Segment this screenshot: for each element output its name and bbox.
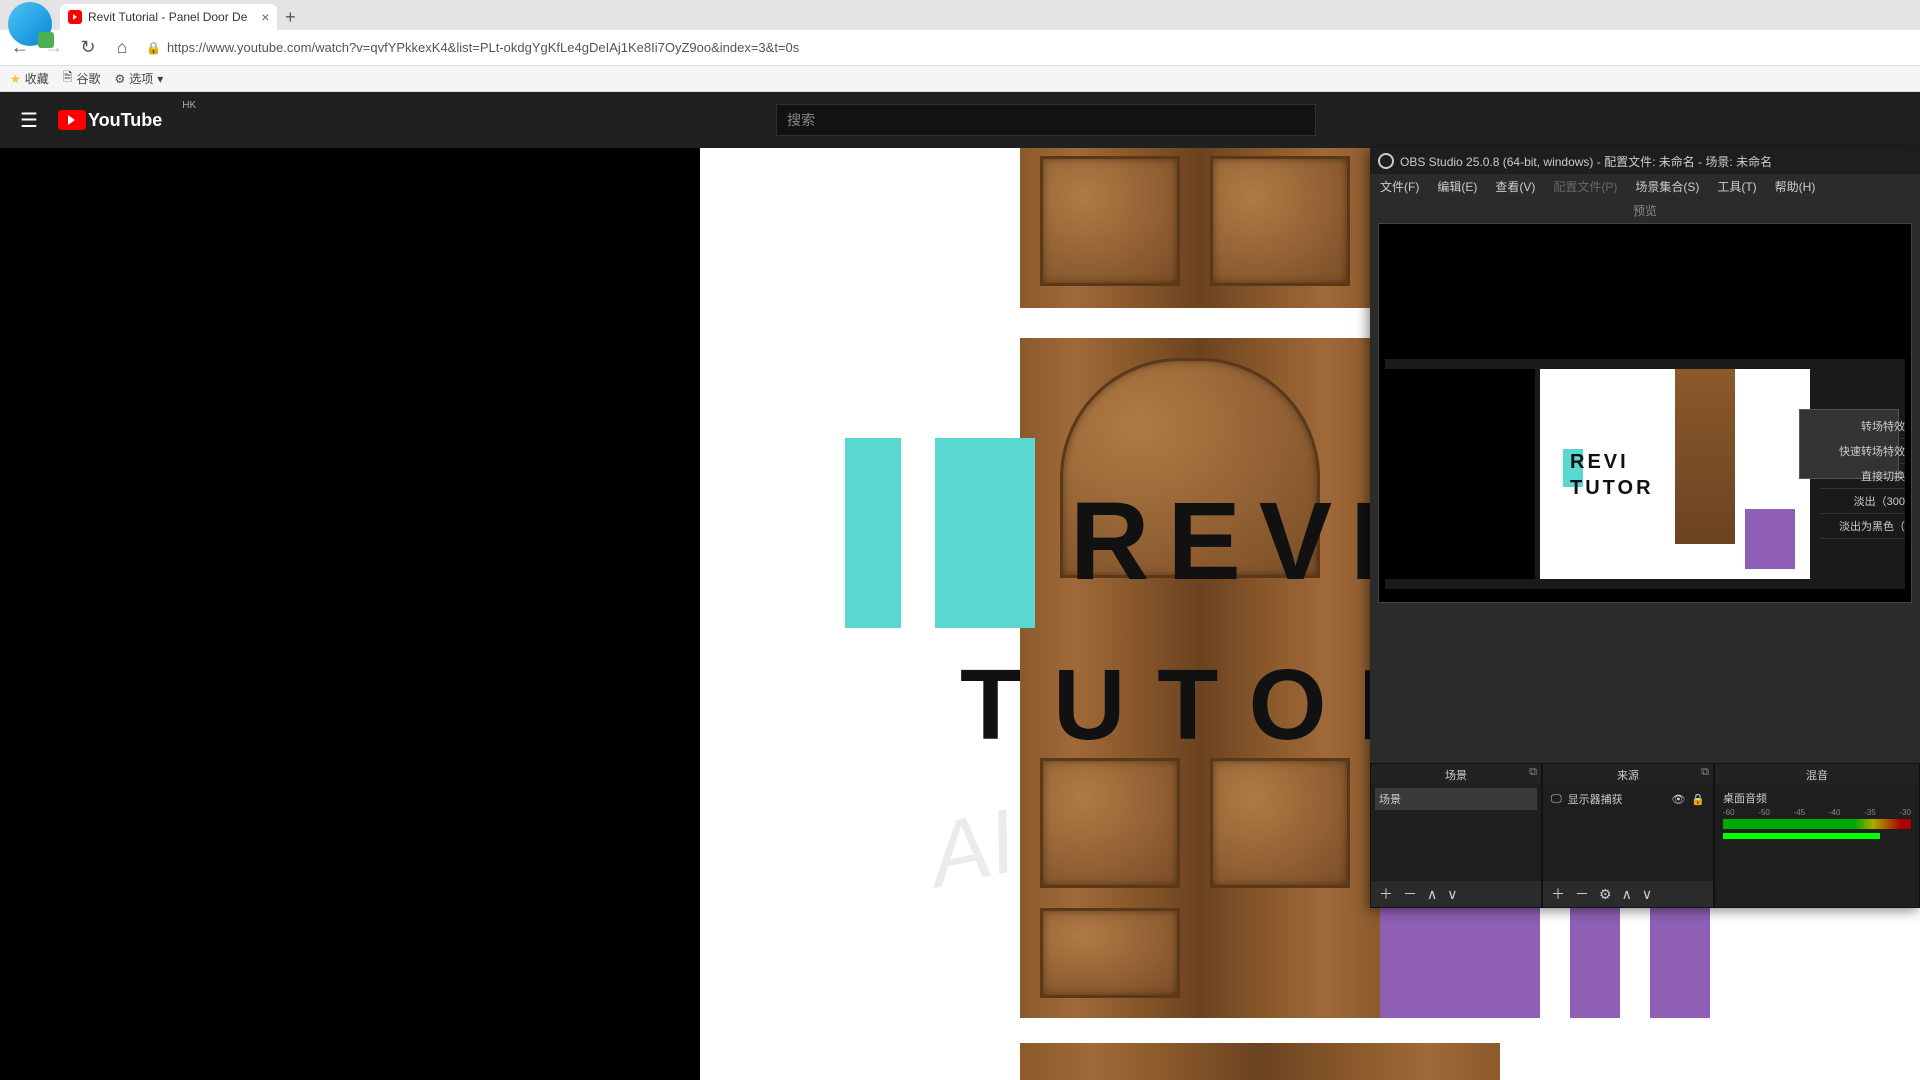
obs-mini-purple [1745, 509, 1795, 569]
dock-popout-icon[interactable]: ⧉ [1529, 766, 1537, 779]
obs-transition-item[interactable]: 直接切换 [1821, 464, 1905, 489]
door-panel [1210, 156, 1350, 286]
add-icon[interactable]: ＋ [1551, 884, 1565, 904]
dock-popout-icon[interactable]: ⧉ [1701, 766, 1709, 779]
obs-menu-tools[interactable]: 工具(T) [1717, 178, 1756, 195]
obs-transitions-panel: 转场特效 快速转场特效 直接切换 淡出（300 淡出为黑色（ [1821, 414, 1911, 539]
up-icon[interactable]: ∧ [1622, 886, 1632, 903]
browser-nav-bar: ← → ↻ ⌂ 🔒 https://www.youtube.com/watch?… [0, 30, 1920, 66]
tab-close-icon[interactable]: × [261, 9, 269, 25]
obs-transition-item[interactable]: 淡出（300 [1821, 489, 1905, 514]
cyan-accent [935, 438, 1035, 628]
obs-mixer-body: 桌面音频 -60-50-45-40-35-30 [1715, 784, 1919, 907]
youtube-play-icon [58, 110, 86, 130]
obs-mini-text: REVITUTOR [1570, 449, 1654, 501]
obs-mixer-meter [1723, 819, 1911, 829]
obs-mini-black [1385, 369, 1535, 579]
star-icon: ★ [10, 72, 21, 86]
cyan-accent [845, 438, 901, 628]
obs-transition-item[interactable]: 快速转场特效 [1821, 439, 1905, 464]
add-icon[interactable]: ＋ [1379, 884, 1393, 904]
obs-menu-scenecol[interactable]: 场景集合(S) [1635, 178, 1699, 195]
obs-scenes-dock: 场景⧉ 场景 ＋ － ∧ ∨ [1370, 763, 1542, 908]
obs-sources-list[interactable]: 🖵 显示器捕获 👁 🔒 [1543, 784, 1713, 881]
door-panel [1040, 908, 1180, 998]
bookmark-bar: ★收藏 🗎 谷歌 ⚙ 选项 ▾ [0, 66, 1920, 92]
up-icon[interactable]: ∧ [1427, 886, 1437, 903]
obs-menu-help[interactable]: 帮助(H) [1775, 178, 1816, 195]
browser-tab[interactable]: Revit Tutorial - Panel Door De × [60, 4, 277, 30]
bookmark-options[interactable]: ⚙ 选项 ▾ [114, 70, 163, 87]
lock-icon[interactable]: 🔒 [1691, 793, 1705, 806]
youtube-region: HK [182, 100, 196, 111]
obs-menubar: 文件(F) 编辑(E) 查看(V) 配置文件(P) 场景集合(S) 工具(T) … [1370, 174, 1920, 198]
youtube-logo[interactable]: YouTube [58, 110, 162, 131]
obs-titlebar[interactable]: OBS Studio 25.0.8 (64-bit, windows) - 配置… [1370, 148, 1920, 174]
obs-mini-door [1675, 369, 1735, 544]
obs-menu-profile[interactable]: 配置文件(P) [1553, 178, 1617, 195]
obs-docks: 场景⧉ 场景 ＋ － ∧ ∨ 来源⧉ 🖵 [1370, 763, 1920, 908]
reload-icon[interactable]: ↻ [78, 37, 98, 58]
door-graphic [1020, 148, 1380, 308]
door-panel [1040, 156, 1180, 286]
obs-mixer-channel: 桌面音频 [1719, 788, 1915, 808]
browser-logo-icon [8, 2, 52, 46]
obs-menu-file[interactable]: 文件(F) [1380, 178, 1419, 195]
url-text: https://www.youtube.com/watch?v=qvfYPkke… [167, 40, 799, 55]
obs-window[interactable]: OBS Studio 25.0.8 (64-bit, windows) - 配置… [1370, 148, 1920, 908]
visibility-icon[interactable]: 👁 [1671, 793, 1685, 806]
bookmark-favorites[interactable]: ★收藏 [10, 70, 49, 87]
down-icon[interactable]: ∨ [1642, 886, 1652, 903]
obs-mixer-dock: 混音 桌面音频 -60-50-45-40-35-30 [1714, 763, 1920, 908]
monitor-icon: 🖵 [1551, 793, 1562, 806]
bookmark-google[interactable]: 🗎 谷歌 [63, 68, 101, 89]
obs-transition-item[interactable]: 转场特效 [1821, 414, 1905, 439]
tab-title: Revit Tutorial - Panel Door De [88, 10, 247, 24]
gear-icon[interactable]: ⚙ [1599, 886, 1612, 903]
obs-scenes-controls: ＋ － ∧ ∨ [1371, 881, 1541, 907]
obs-transition-item[interactable]: 淡出为黑色（ [1821, 514, 1905, 539]
obs-source-item[interactable]: 🖵 显示器捕获 👁 🔒 [1547, 788, 1709, 810]
door-graphic [1020, 1043, 1500, 1080]
obs-sources-title: 来源⧉ [1543, 764, 1713, 784]
obs-mixer-level [1723, 833, 1880, 839]
lock-icon: 🔒 [146, 41, 161, 55]
remove-icon[interactable]: － [1403, 884, 1417, 904]
video-letterbox [0, 148, 700, 1080]
obs-scene-item[interactable]: 场景 [1375, 788, 1537, 810]
down-icon[interactable]: ∨ [1447, 886, 1457, 903]
door-panel [1210, 758, 1350, 888]
obs-menu-view[interactable]: 查看(V) [1495, 178, 1535, 195]
obs-scenes-list[interactable]: 场景 [1371, 784, 1541, 881]
search-input[interactable]: 搜索 [776, 104, 1316, 136]
obs-sources-dock: 来源⧉ 🖵 显示器捕获 👁 🔒 ＋ － ⚙ ∧ [1542, 763, 1714, 908]
browser-tab-bar: Revit Tutorial - Panel Door De × + [0, 0, 1920, 30]
obs-sources-controls: ＋ － ⚙ ∧ ∨ [1543, 881, 1713, 907]
youtube-header: ☰ YouTube HK 搜索 [0, 92, 1920, 148]
obs-scenes-title: 场景⧉ [1371, 764, 1541, 784]
obs-logo-icon [1378, 153, 1394, 169]
obs-preview[interactable]: REVITUTOR 转场特效 快速转场特效 直接切换 淡出（300 淡出为黑色（ [1378, 223, 1912, 603]
door-panel [1040, 758, 1180, 888]
video-watermark: AI [920, 790, 1025, 908]
new-tab-button[interactable]: + [277, 4, 303, 30]
obs-preview-label: 预览 [1370, 198, 1920, 223]
menu-icon[interactable]: ☰ [20, 108, 38, 133]
obs-mixer-title: 混音 [1715, 764, 1919, 784]
obs-mixer-ticks: -60-50-45-40-35-30 [1719, 808, 1915, 817]
home-icon[interactable]: ⌂ [112, 37, 132, 58]
obs-menu-edit[interactable]: 编辑(E) [1437, 178, 1477, 195]
youtube-favicon-icon [68, 10, 82, 24]
address-bar[interactable]: 🔒 https://www.youtube.com/watch?v=qvfYPk… [146, 40, 799, 55]
page-content: ☰ YouTube HK 搜索 [0, 92, 1920, 1080]
obs-title-text: OBS Studio 25.0.8 (64-bit, windows) - 配置… [1400, 153, 1772, 170]
remove-icon[interactable]: － [1575, 884, 1589, 904]
